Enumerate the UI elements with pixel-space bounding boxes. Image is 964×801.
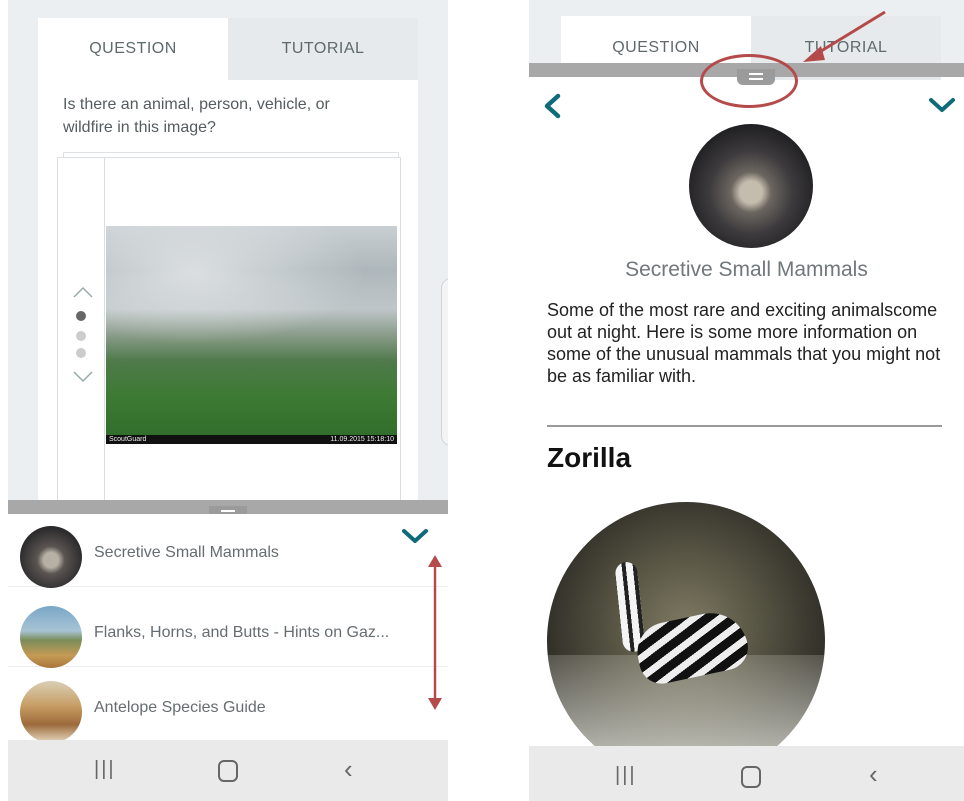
chevron-down-icon[interactable]: [927, 95, 957, 115]
page-dot[interactable]: [76, 348, 86, 358]
chevron-down-icon[interactable]: [400, 526, 430, 546]
highlight-oval-annotation: [700, 54, 798, 108]
camera-caption-bar: ScoutGuard 11.09.2015 15:18:10: [106, 435, 397, 444]
list-item[interactable]: Flanks, Horns, and Butts - Hints on Gaz.…: [8, 594, 448, 668]
arrow-annotation: [803, 10, 886, 62]
back-icon[interactable]: ‹: [344, 754, 353, 785]
section-heading: Zorilla: [547, 442, 632, 473]
article-title: Secretive Small Mammals: [625, 258, 868, 281]
system-nav-bar: ||| ‹: [8, 740, 448, 801]
chevron-up-icon[interactable]: [72, 285, 94, 299]
back-icon[interactable]: ‹: [869, 759, 878, 790]
system-nav-bar: ||| ‹: [529, 746, 964, 801]
sky-haze: [106, 226, 397, 357]
article-hero-image: [689, 124, 813, 248]
recent-apps-icon[interactable]: |||: [615, 764, 637, 787]
tab-tutorial[interactable]: TUTORIAL: [228, 18, 418, 80]
thumbnail-image: [20, 681, 82, 743]
thumbnail-image: [20, 526, 82, 588]
divider: [547, 425, 942, 427]
tab-question[interactable]: QUESTION: [38, 18, 228, 80]
list-item-label: Flanks, Horns, and Butts - Hints on Gaz.…: [94, 624, 390, 641]
double-arrow-annotation: [428, 555, 442, 710]
question-text: Is there an animal, person, vehicle, or …: [63, 96, 330, 136]
chevron-down-icon[interactable]: [72, 370, 94, 384]
zorilla-image: [547, 502, 825, 780]
side-edge-handle[interactable]: [441, 278, 448, 446]
list-item[interactable]: Antelope Species Guide: [8, 669, 448, 743]
left-phone-screen: QUESTION TUTORIAL Is there an animal, pe…: [8, 0, 448, 801]
list-item-label: Antelope Species Guide: [94, 699, 266, 716]
recent-apps-icon[interactable]: |||: [94, 758, 116, 781]
article-body: Some of the most rare and exciting anima…: [547, 300, 941, 386]
camera-timestamp: 11.09.2015 15:18:10: [330, 436, 394, 443]
list-item-label: Secretive Small Mammals: [94, 544, 279, 561]
home-icon[interactable]: [218, 760, 238, 782]
thumbnail-image: [20, 606, 82, 668]
chevron-left-icon[interactable]: [541, 93, 563, 119]
right-phone-screen: QUESTION TUTORIAL Secretive Small Mammal…: [529, 0, 964, 801]
page-dot-active[interactable]: [76, 311, 86, 321]
subject-image[interactable]: ScoutGuard 11.09.2015 15:18:10: [106, 226, 397, 444]
frame-divider: [104, 158, 105, 502]
list-item[interactable]: Secretive Small Mammals: [8, 514, 448, 588]
tab-bar: QUESTION TUTORIAL: [38, 18, 418, 82]
camera-brand: ScoutGuard: [109, 436, 147, 443]
home-icon[interactable]: [741, 766, 761, 788]
page-dot[interactable]: [76, 331, 86, 341]
field-guide-sheet: Secretive Small Mammals Flanks, Horns, a…: [8, 514, 448, 743]
